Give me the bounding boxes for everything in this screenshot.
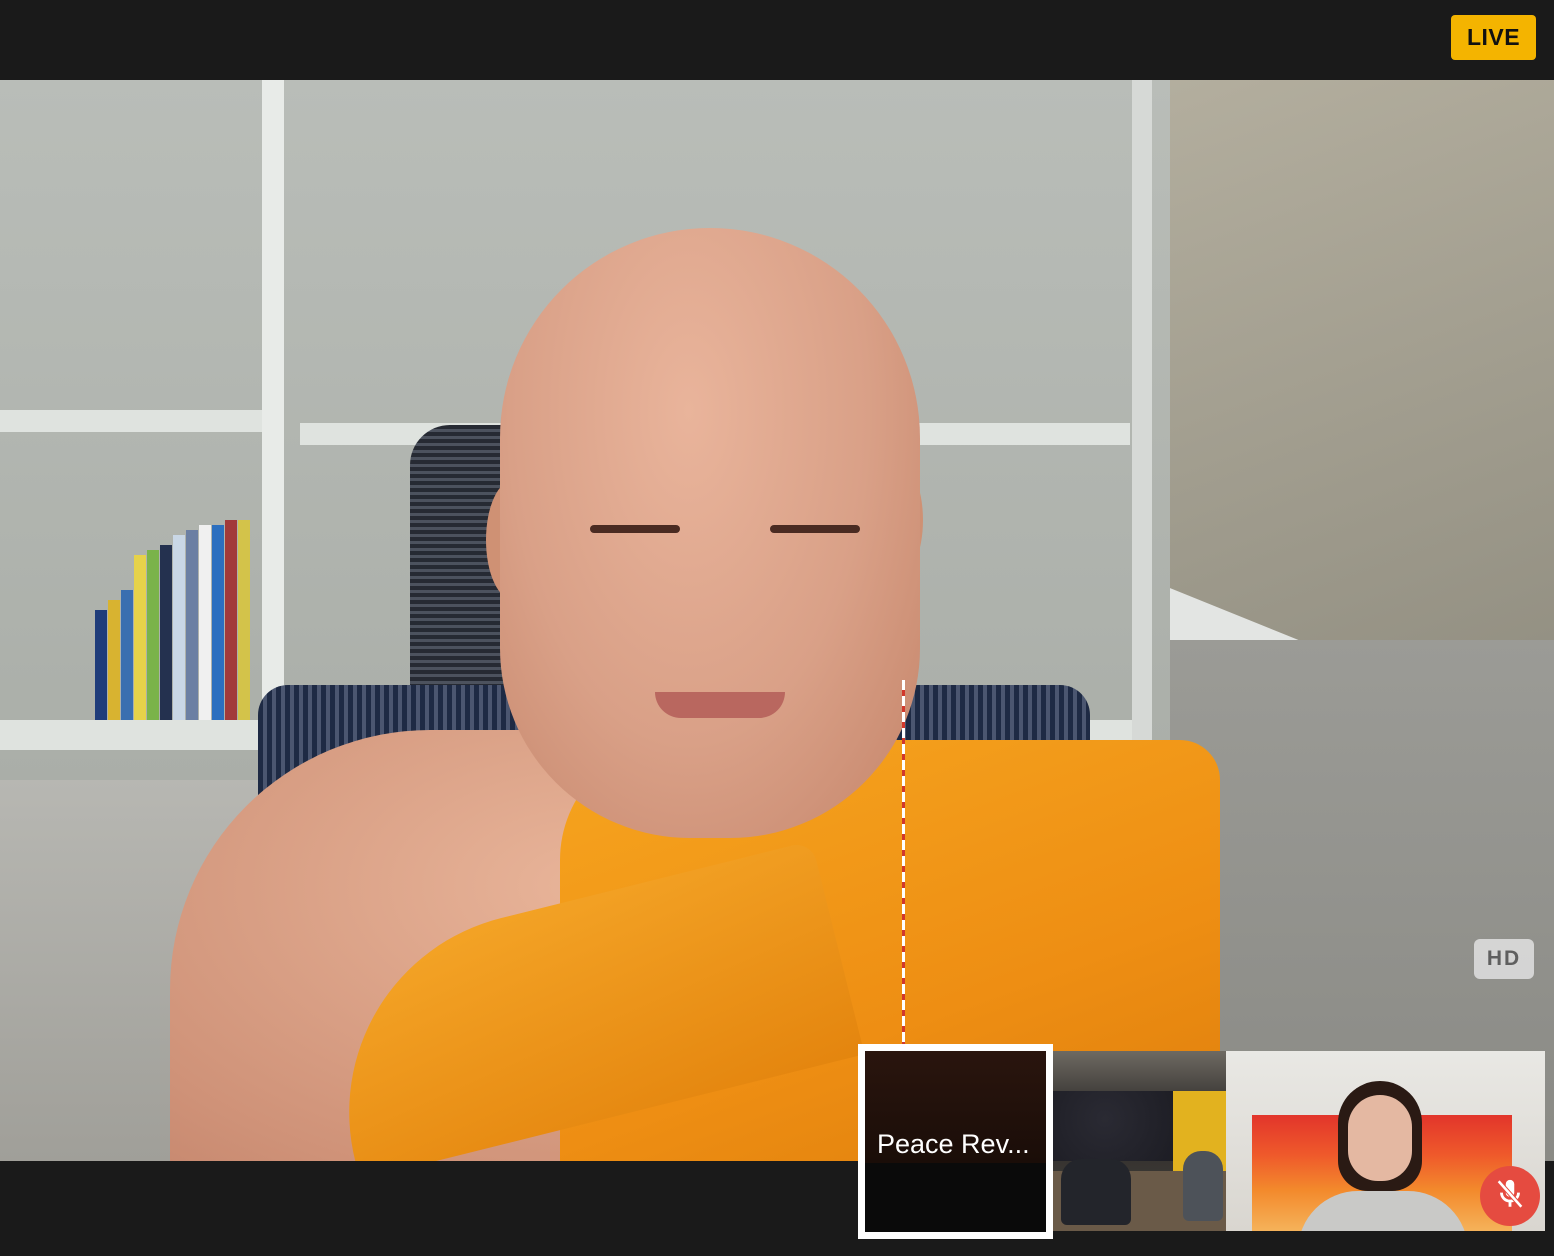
scene-book: [121, 590, 133, 720]
scene-book: [95, 610, 107, 720]
speaker-earphone-cable: [902, 680, 905, 1080]
scene-book: [212, 525, 224, 720]
mic-off-icon: [1493, 1177, 1527, 1216]
scene-shelf: [0, 410, 275, 432]
thumbnail-person-face: [1348, 1095, 1412, 1181]
scene-book: [186, 530, 198, 720]
participant-thumbnail-active[interactable]: Peace Rev...: [858, 1044, 1053, 1239]
participant-video: Peace Rev...: [865, 1051, 1046, 1232]
speaker-mouth: [655, 692, 785, 718]
scene-book: [134, 555, 146, 720]
participant-thumbnail[interactable]: [1053, 1051, 1226, 1231]
scene-cabinet-frame: [1132, 80, 1152, 780]
speaker-head: [500, 228, 920, 838]
scene-cabinet-frame: [262, 80, 284, 780]
scene-book: [238, 520, 250, 720]
thumbnail-person: [1061, 1159, 1131, 1225]
participant-name: Peace Rev...: [877, 1129, 1030, 1159]
speaker-eye: [590, 525, 680, 533]
top-bar: LIVE: [0, 0, 1554, 80]
speaker-eye: [770, 525, 860, 533]
main-video[interactable]: [0, 80, 1554, 1161]
hd-badge[interactable]: HD: [1474, 939, 1534, 979]
scene-book: [108, 600, 120, 720]
thumbnail-person: [1183, 1151, 1223, 1221]
mute-button[interactable]: [1480, 1166, 1540, 1226]
live-badge: LIVE: [1451, 15, 1536, 60]
scene-book: [173, 535, 185, 720]
scene-book: [147, 550, 159, 720]
scene-book: [199, 525, 211, 720]
scene-book: [225, 520, 237, 720]
scene-book: [160, 545, 172, 720]
